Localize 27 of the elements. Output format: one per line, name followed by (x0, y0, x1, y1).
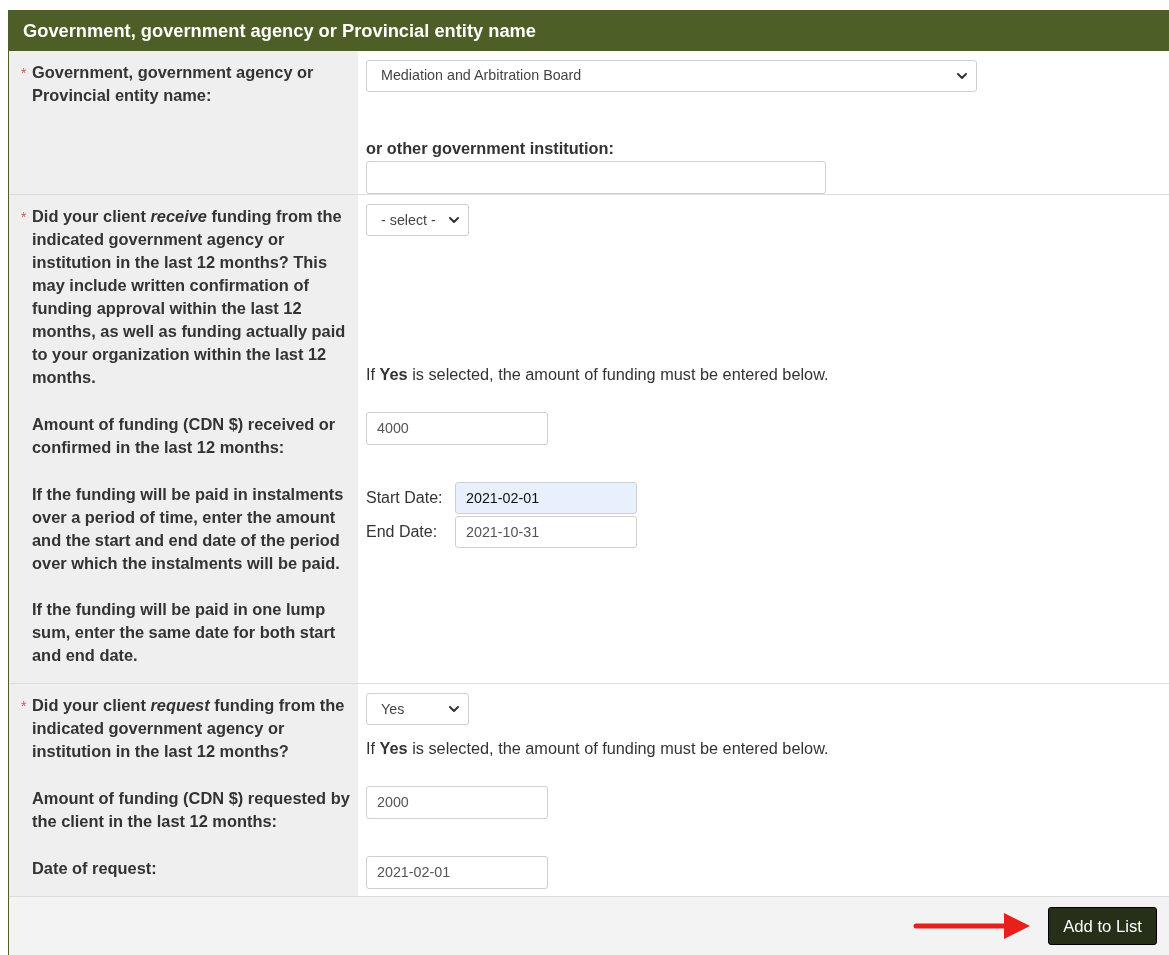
hint-text: If Yes is selected, the amount of funding must be entered below. (366, 364, 830, 385)
question-label: Amount of funding (CDN $) received or confirmed in the last 12 months: (32, 414, 337, 459)
question-label: Did your client receive funding from the indicated government agency or institution in the last 12 months? This may include written confirmation of funding approval within the last 12 months, as well as funding actually paid to your organization within the last 12 months. (32, 206, 347, 389)
question-label: If the funding will be paid in instalments over a period of time, enter the amount and the start and end date of the period over which the instalments will be paid. (32, 484, 345, 575)
date-label: Start Date: (366, 488, 443, 509)
question-label: Date of request: (32, 858, 158, 880)
required-asterisk: * (21, 65, 27, 81)
date-field[interactable]: 2021-02-01 (455, 482, 637, 515)
question-label: Did your client request funding from the indicated government agency or institution in the last 12 months? (32, 695, 346, 763)
dropdown[interactable]: Mediation and Arbitration Board (366, 60, 977, 92)
add-to-list-button[interactable]: Add to List (1048, 907, 1157, 946)
input-field[interactable]: 4000 (366, 412, 548, 446)
hint-text: If Yes is selected, the amount of funding must be entered below. (366, 738, 830, 759)
date-field[interactable]: 2021-10-31 (455, 516, 637, 549)
section-title: Government, government agency or Provincial entity name (23, 19, 537, 44)
question-label: Government, government agency or Provincial entity name: (32, 62, 315, 106)
input-field[interactable]: 2000 (366, 786, 548, 820)
question-label: If the funding will be paid in one lump sum, enter the same date for both start and end date. (32, 599, 337, 667)
required-asterisk: * (21, 209, 27, 226)
dropdown[interactable]: Yes (366, 693, 469, 726)
dropdown[interactable]: - select - (366, 204, 469, 237)
question-label: Amount of funding (CDN $) requested by the client in the last 12 months: (32, 788, 351, 833)
input-field[interactable]: 2021-02-01 (366, 856, 548, 890)
field-label: or other government institution: (366, 138, 615, 159)
required-asterisk: * (21, 698, 27, 715)
input-field[interactable] (366, 161, 826, 195)
date-label: End Date: (366, 522, 439, 543)
